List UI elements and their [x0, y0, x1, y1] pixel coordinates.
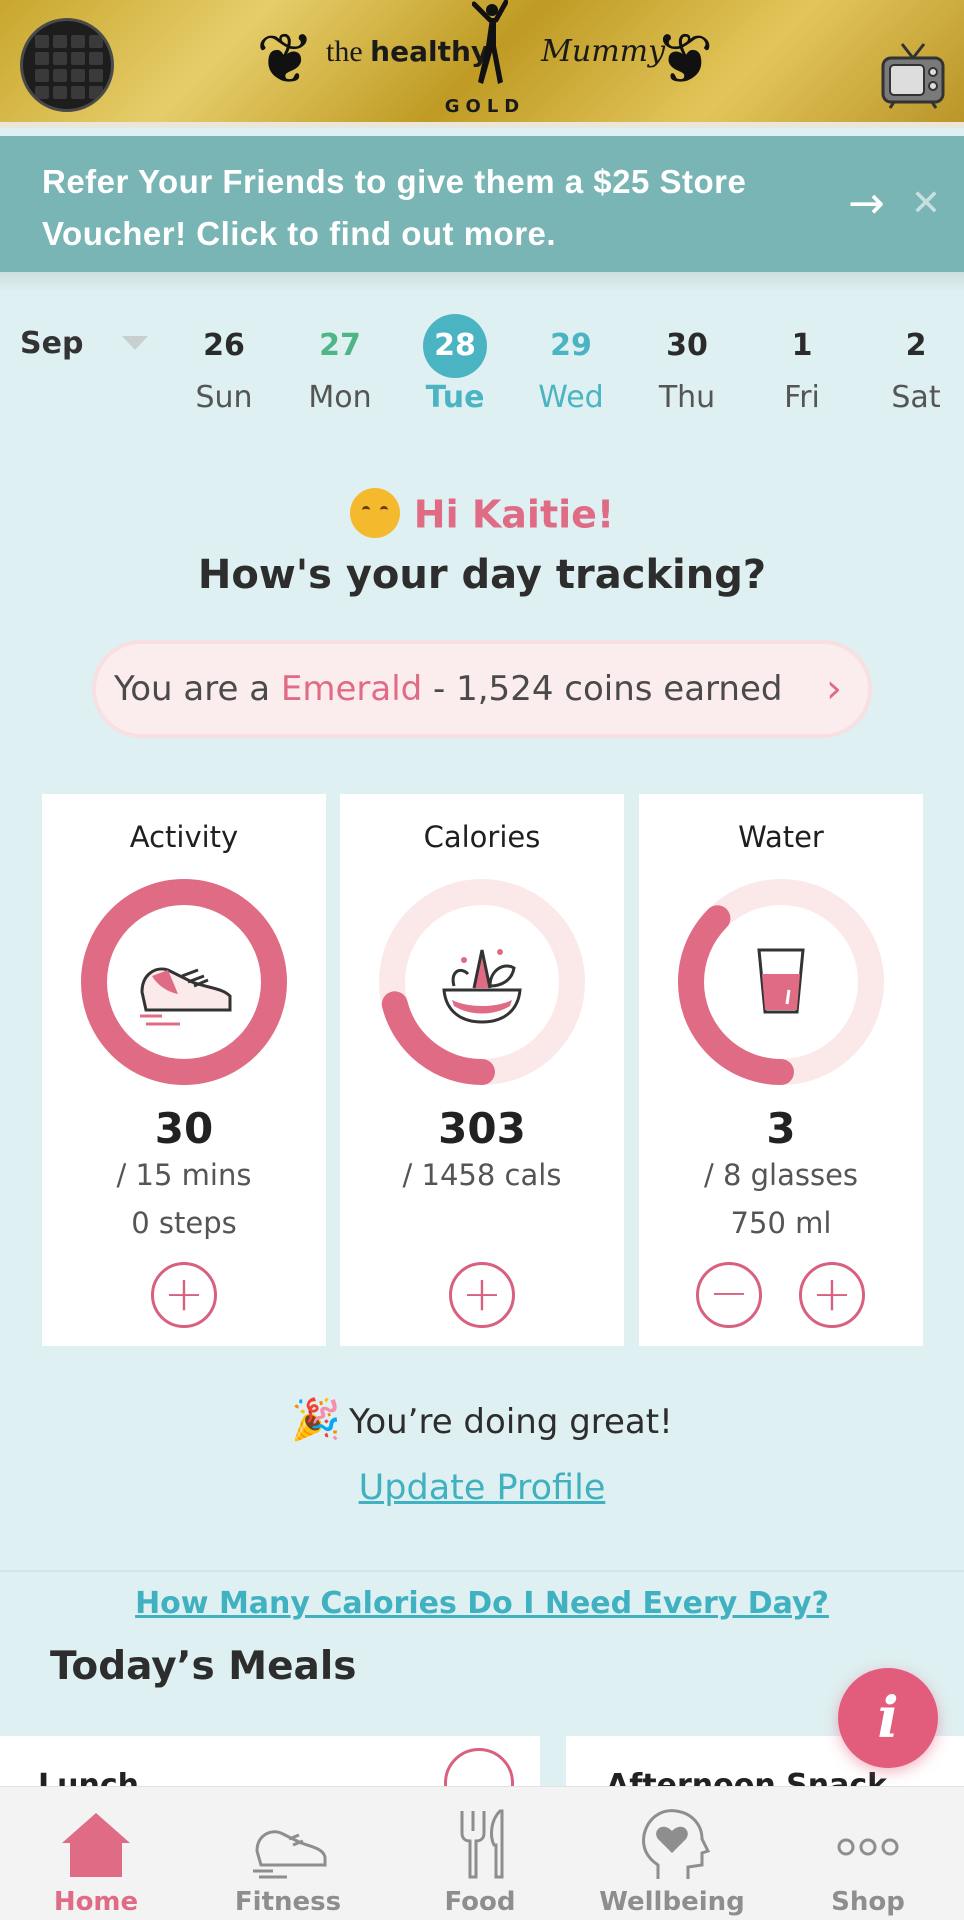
add-water-button[interactable]: + — [799, 1262, 865, 1328]
close-icon[interactable]: ✕ — [908, 180, 944, 228]
tab-wellbeing[interactable]: Wellbeing — [576, 1807, 768, 1917]
tab-label: Shop — [831, 1887, 905, 1917]
chevron-down-icon[interactable] — [122, 336, 148, 350]
tab-label: Food — [444, 1887, 516, 1917]
activity-steps: 0 steps — [131, 1206, 237, 1240]
status-message: 🎉 You’re doing great! — [0, 1396, 964, 1443]
calories-card[interactable]: Calories 303 / 1458 cals + — [340, 794, 624, 1346]
greeting-question: How's your day tracking? — [197, 552, 767, 598]
home-icon — [62, 1813, 130, 1877]
greeting-name: Hi Kaitie! — [413, 492, 615, 537]
referral-banner-text: Refer Your Friends to give them a $25 St… — [42, 163, 747, 252]
update-profile-link[interactable]: Update Profile — [0, 1468, 964, 1508]
tab-home[interactable]: Home — [0, 1807, 192, 1917]
app-header: ❦ the healthy Mummy ❦ GOLD — [0, 0, 964, 128]
date-number: 26 — [203, 328, 245, 363]
activity-title: Activity — [129, 820, 239, 854]
water-value: 3 — [766, 1104, 796, 1153]
tab-label: Fitness — [234, 1887, 342, 1917]
date-number: 28 — [423, 314, 487, 378]
tab-shop[interactable]: Shop — [772, 1807, 964, 1917]
water-title: Water — [738, 820, 824, 854]
date-number: 2 — [905, 328, 927, 363]
calories-progress-ring — [379, 879, 585, 1085]
left-laurel-icon: ❦ — [256, 18, 315, 100]
bottom-tab-bar: Home Fitness Food Wellbeing Shop — [0, 1786, 964, 1920]
date-number: 1 — [791, 328, 813, 363]
rank-pill[interactable]: You are a Emerald - 1,524 coins earned › — [92, 640, 872, 738]
brand-tier: GOLD — [444, 96, 526, 117]
add-meal-button[interactable] — [444, 1748, 514, 1786]
water-glass-icon — [757, 948, 805, 1014]
water-target: / 8 glasses — [703, 1158, 859, 1192]
add-activity-button[interactable]: + — [151, 1262, 217, 1328]
add-food-button[interactable]: + — [449, 1262, 515, 1328]
calories-value: 303 — [438, 1104, 526, 1153]
water-progress-ring — [678, 879, 884, 1085]
head-heart-icon — [642, 1809, 711, 1879]
rank-level: Emerald — [280, 669, 423, 709]
party-popper-icon: 🎉 — [291, 1397, 342, 1443]
tab-label: Wellbeing — [599, 1887, 745, 1917]
rank-coins: - 1,524 coins earned — [422, 669, 783, 709]
date-weekday: Wed — [538, 380, 604, 415]
tab-label: Home — [53, 1887, 139, 1917]
activity-progress-ring — [81, 879, 287, 1085]
brand-prefix: the — [326, 35, 363, 68]
activity-value: 30 — [154, 1104, 214, 1153]
tab-food[interactable]: Food — [384, 1807, 576, 1917]
tv-icon[interactable] — [880, 40, 946, 110]
user-avatar[interactable] — [20, 18, 114, 112]
date-number: 27 — [319, 328, 361, 363]
activity-card[interactable]: Activity 30 / 15 mins 0 steps + — [42, 794, 326, 1346]
brand-script: Mummy — [541, 34, 666, 69]
tab-fitness[interactable]: Fitness — [192, 1807, 384, 1917]
date-weekday: Sat — [891, 380, 941, 415]
banner-shadow — [0, 272, 964, 292]
sneaker-icon — [253, 1830, 327, 1879]
calories-title: Calories — [423, 820, 541, 854]
chevron-right-icon: › — [826, 666, 842, 712]
calorie-help-link[interactable]: How Many Calories Do I Need Every Day? — [0, 1586, 964, 1621]
status-text: You’re doing great! — [349, 1402, 673, 1442]
date-wed-29[interactable]: 29 Wed — [523, 314, 619, 415]
jumping-figure-icon — [472, 0, 508, 84]
date-weekday: Mon — [308, 380, 372, 415]
meal-card-lunch[interactable]: Lunch — [0, 1736, 540, 1786]
section-divider — [0, 1570, 964, 1572]
meal-name: Afternoon Snack — [606, 1768, 888, 1786]
date-weekday: Sun — [195, 380, 253, 415]
info-button[interactable]: i — [838, 1668, 938, 1768]
fork-knife-icon — [460, 1809, 504, 1879]
todays-meals-heading: Today’s Meals — [50, 1644, 357, 1689]
date-weekday: Fri — [784, 380, 820, 415]
remove-water-button[interactable]: − — [696, 1262, 762, 1328]
referral-banner[interactable]: Refer Your Friends to give them a $25 St… — [0, 136, 964, 272]
date-number: 30 — [666, 328, 708, 363]
greeting: Hi Kaitie! — [0, 488, 964, 542]
sneaker-icon — [140, 967, 232, 1026]
hugging-face-icon — [349, 488, 400, 538]
date-mon-27[interactable]: 27 Mon — [292, 314, 388, 415]
calories-target: / 1458 cals — [402, 1158, 562, 1192]
right-laurel-icon: ❦ — [655, 18, 714, 100]
date-weekday: Tue — [425, 380, 485, 415]
meal-name: Lunch — [38, 1768, 139, 1786]
more-dots-icon — [837, 1838, 899, 1856]
rank-prefix: You are a — [114, 669, 281, 709]
date-number: 29 — [550, 328, 592, 363]
date-sat-2[interactable]: 2 Sat — [868, 314, 964, 415]
water-card[interactable]: Water 3 / 8 glasses 750 ml − + — [639, 794, 923, 1346]
date-thu-30[interactable]: 30 Thu — [639, 314, 735, 415]
month-selector[interactable]: Sep — [20, 326, 83, 361]
healthy-mummy-gold-logo: ❦ the healthy Mummy ❦ GOLD — [250, 0, 720, 120]
arrow-right-icon[interactable]: → — [848, 176, 892, 232]
date-tue-28-selected[interactable]: 28 Tue — [407, 314, 503, 415]
date-fri-1[interactable]: 1 Fri — [754, 314, 850, 415]
date-sun-26[interactable]: 26 Sun — [176, 314, 272, 415]
water-volume: 750 ml — [730, 1206, 832, 1240]
activity-target: / 15 mins — [116, 1158, 252, 1192]
date-weekday: Thu — [658, 380, 716, 415]
food-bowl-icon — [442, 949, 522, 1024]
